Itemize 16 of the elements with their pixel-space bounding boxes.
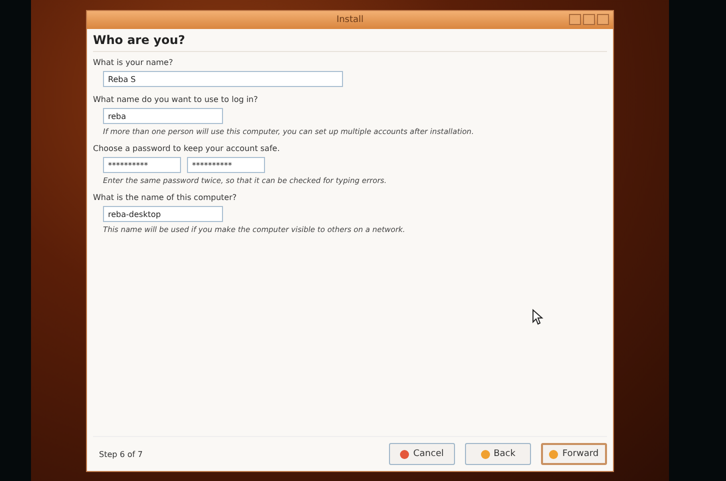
step-indicator: Step 6 of 7 bbox=[98, 450, 143, 458]
input-field[interactable]: ********** bbox=[103, 157, 181, 173]
forward-button[interactable]: Forward bbox=[541, 443, 607, 465]
mouse-pointer-icon bbox=[532, 309, 544, 325]
question-label: What is the name of this computer? bbox=[93, 193, 238, 202]
question-label: What name do you want to use to log in? bbox=[93, 95, 259, 104]
input-field[interactable]: reba bbox=[103, 108, 223, 124]
back-button[interactable]: Back bbox=[465, 443, 531, 465]
input-field[interactable]: ********** bbox=[187, 157, 265, 173]
page-heading: Who are you? bbox=[93, 33, 607, 52]
question-label: Choose a password to keep your account safe. bbox=[93, 144, 281, 153]
question-label: What is your name? bbox=[93, 58, 174, 67]
window-title: Install bbox=[336, 15, 364, 25]
cancel-button[interactable]: Cancel bbox=[389, 443, 455, 465]
input-field[interactable]: reba-desktop bbox=[103, 206, 223, 222]
input-field[interactable]: Reba S bbox=[103, 71, 343, 87]
